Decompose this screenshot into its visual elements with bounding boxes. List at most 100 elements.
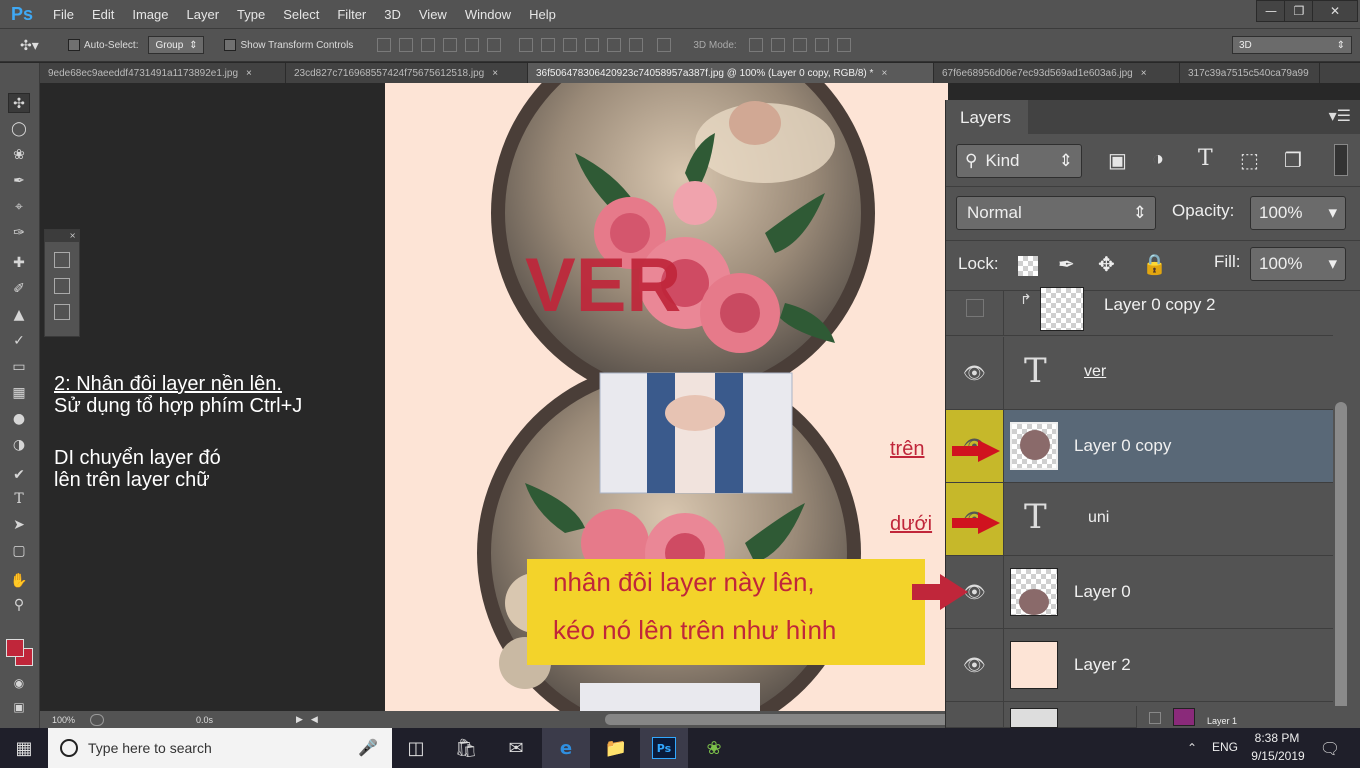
history-brush-tool-icon[interactable]: ✓ <box>8 331 30 351</box>
3d-pan-icon[interactable] <box>792 38 807 52</box>
visibility-off-box[interactable] <box>966 299 984 317</box>
notification-icon[interactable]: 🗨 <box>1306 728 1354 768</box>
layer-row-layer-0[interactable]: 👁 Layer 0 <box>946 556 1333 629</box>
menu-help[interactable]: Help <box>520 7 565 22</box>
dodge-tool-icon[interactable]: ◑ <box>8 435 30 455</box>
store-icon[interactable]: 🛍 <box>442 728 490 768</box>
align-top-icon[interactable] <box>377 38 392 52</box>
show-transform-checkbox[interactable] <box>224 39 237 51</box>
zoom-level[interactable]: 100% <box>52 715 90 725</box>
filter-toggle-switch[interactable] <box>1334 144 1348 176</box>
windows-start-icon[interactable]: ▦ <box>0 728 48 768</box>
crop-tool-icon[interactable]: ⌖ <box>8 197 30 217</box>
menu-file[interactable]: File <box>44 7 83 22</box>
layer-row-uni[interactable]: 👁 T uni <box>946 483 1333 556</box>
layer-name[interactable]: Layer 0 copy <box>1074 436 1171 456</box>
auto-select-dropdown[interactable]: Group ⇕ <box>148 36 205 54</box>
path-select-tool-icon[interactable]: ➤ <box>8 515 30 535</box>
close-icon[interactable]: × <box>1141 68 1147 79</box>
align-hcenter-icon[interactable] <box>465 38 480 52</box>
minimize-icon[interactable]: — <box>1256 0 1286 22</box>
fill-input[interactable]: 100% ▾ <box>1250 247 1346 281</box>
distribute-hcenter-icon[interactable] <box>607 38 622 52</box>
microphone-icon[interactable]: 🎤 <box>358 738 378 758</box>
play-icon[interactable]: ▶ <box>296 714 303 725</box>
menu-type[interactable]: Type <box>228 7 274 22</box>
quick-select-tool-icon[interactable]: ✒ <box>8 171 30 191</box>
distribute-left-icon[interactable] <box>585 38 600 52</box>
filter-adjustment-icon[interactable]: ◑ <box>1152 148 1164 171</box>
lock-position-icon[interactable]: ✥ <box>1098 252 1115 277</box>
tab-document-2[interactable]: 23cd827c716968557424f75675612518.jpg × <box>286 63 528 83</box>
pen-tool-icon[interactable]: ✔ <box>8 465 30 485</box>
align-vcenter-icon[interactable] <box>399 38 414 52</box>
lock-pixels-icon[interactable]: ✒ <box>1058 252 1075 277</box>
filter-pixel-icon[interactable]: ▣ <box>1108 148 1127 173</box>
layers-scrollbar[interactable] <box>1335 402 1347 712</box>
lock-transparent-icon[interactable] <box>1018 256 1038 276</box>
lock-all-icon[interactable]: 🔒 <box>1142 252 1167 277</box>
layer-name[interactable]: ver <box>1084 363 1106 381</box>
close-icon[interactable]: × <box>881 68 887 79</box>
tab-document-4[interactable]: 67f6e68956d06e7ec93d569ad1e603a6.jpg × <box>934 63 1180 83</box>
clock-date[interactable]: 9/15/2019 <box>1246 749 1310 763</box>
app-icon[interactable]: ❀ <box>690 728 738 768</box>
foreground-color-swatch[interactable] <box>6 639 24 657</box>
filter-smart-object-icon[interactable]: ❐ <box>1284 148 1302 173</box>
close-icon[interactable]: ✕ <box>1312 0 1358 22</box>
eye-icon[interactable]: 👁 <box>963 363 986 384</box>
language-indicator[interactable]: ENG <box>1212 740 1238 754</box>
tab-layers[interactable]: Layers <box>946 100 1028 134</box>
layer-name[interactable]: Layer 2 <box>1074 655 1131 675</box>
align-left-icon[interactable] <box>443 38 458 52</box>
layer-name[interactable]: uni <box>1088 509 1109 527</box>
workspace-dropdown[interactable]: 3D ⇕ <box>1232 36 1352 54</box>
distribute-top-icon[interactable] <box>519 38 534 52</box>
brush-tool-icon[interactable]: ✐ <box>8 279 30 299</box>
move-tool-icon[interactable]: ✣ <box>8 93 30 113</box>
align-bottom-icon[interactable] <box>421 38 436 52</box>
close-icon[interactable]: × <box>45 230 79 242</box>
close-icon[interactable]: × <box>492 68 498 79</box>
layer-row-layer-2[interactable]: 👁 Layer 2 <box>946 629 1333 702</box>
tab-document-1[interactable]: 9ede68ec9aeeddf4731491a1173892e1.jpg × <box>40 63 286 83</box>
show-hidden-icons-icon[interactable]: ⌃ <box>1180 728 1204 768</box>
chevron-down-icon[interactable]: ▾ <box>1328 203 1337 223</box>
layer-row-layer-0-copy[interactable]: 👁 Layer 0 copy <box>946 410 1333 483</box>
3d-slide-icon[interactable] <box>814 38 829 52</box>
close-icon[interactable]: × <box>246 68 252 79</box>
blur-tool-icon[interactable]: ● <box>8 409 30 429</box>
3d-roll-icon[interactable] <box>770 38 785 52</box>
clock-time[interactable]: 8:38 PM <box>1252 731 1302 745</box>
eyedropper-tool-icon[interactable]: ✑ <box>8 223 30 243</box>
blend-mode-dropdown[interactable]: Normal ⇕ <box>956 196 1156 230</box>
3d-orbit-icon[interactable] <box>748 38 763 52</box>
menu-select[interactable]: Select <box>274 7 328 22</box>
menu-view[interactable]: View <box>410 7 456 22</box>
properties-panel-icon[interactable] <box>54 304 70 320</box>
filter-shape-icon[interactable]: ⬚ <box>1240 148 1259 173</box>
mail-icon[interactable]: ✉ <box>492 728 540 768</box>
menu-layer[interactable]: Layer <box>178 7 229 22</box>
visibility-off-box[interactable] <box>1149 712 1161 724</box>
move-tool-preset-icon[interactable]: ✣▾ <box>0 37 60 54</box>
file-explorer-icon[interactable]: 📁 <box>592 728 640 768</box>
filter-type-icon[interactable]: T <box>1198 146 1213 171</box>
shape-tool-icon[interactable]: ▢ <box>8 541 30 561</box>
document-info-icon[interactable] <box>90 713 104 726</box>
hand-tool-icon[interactable]: ✋ <box>8 571 30 591</box>
tab-document-active[interactable]: 36f506478306420923c74058957a387f.jpg @ 1… <box>528 63 934 83</box>
tab-document-5[interactable]: 317c39a7515c540ca79a99 <box>1180 63 1320 83</box>
filter-kind-dropdown[interactable]: ⚲ Kind ⇕ <box>956 144 1082 178</box>
panel-menu-icon[interactable]: ▾☰ <box>1329 106 1351 126</box>
3d-scale-icon[interactable] <box>836 38 851 52</box>
menu-image[interactable]: Image <box>123 7 177 22</box>
layer-row-layer-0-copy-2[interactable]: ↱ Layer 0 copy 2 <box>946 287 1333 336</box>
chevron-down-icon[interactable]: ▾ <box>1328 254 1337 274</box>
eye-icon[interactable]: 👁 <box>963 655 986 676</box>
layer-name[interactable]: Layer 0 <box>1074 582 1131 602</box>
marquee-tool-icon[interactable]: ◯ <box>8 119 30 139</box>
menu-edit[interactable]: Edit <box>83 7 123 22</box>
stamp-tool-icon[interactable]: ▲ <box>8 305 30 325</box>
scroll-left-icon[interactable]: ◀ <box>311 714 318 725</box>
